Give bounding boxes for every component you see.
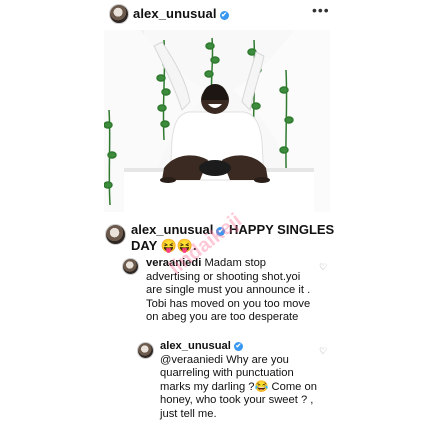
reply-item: alex_unusual ✔ @veraaniedi Why are you qu… xyxy=(160,340,320,422)
post-photo xyxy=(104,30,330,212)
reply-username[interactable]: alex_unusual xyxy=(160,340,231,352)
comment-item: veraaniedi Madam stop advertising or sho… xyxy=(146,257,314,325)
post-caption: alex_unusual ✔ HAPPY SINGLES DAY 😝😝. xyxy=(131,222,341,254)
like-heart-icon[interactable]: ♡ xyxy=(319,346,327,357)
more-options-icon[interactable]: ••• xyxy=(312,2,330,18)
like-heart-icon[interactable]: ♡ xyxy=(319,262,327,273)
caption-username[interactable]: alex_unusual xyxy=(131,222,213,237)
reply-avatar[interactable] xyxy=(137,342,154,359)
post-username[interactable]: alex_unusual ✔ xyxy=(133,6,229,21)
verified-badge-icon: ✔ xyxy=(219,11,229,20)
post-photo-illustration xyxy=(104,30,330,212)
reply-mention[interactable]: @veraaniedi xyxy=(160,354,223,366)
caption-avatar[interactable] xyxy=(105,224,126,245)
comment-username[interactable]: veraaniedi xyxy=(146,257,201,269)
comment-avatar[interactable] xyxy=(122,258,139,275)
post-header: alex_unusual ✔ ••• xyxy=(0,0,431,28)
profile-avatar[interactable] xyxy=(109,4,129,24)
verified-badge-icon: ✔ xyxy=(216,227,226,236)
post-username-text[interactable]: alex_unusual xyxy=(133,6,217,21)
verified-badge-icon: ✔ xyxy=(233,342,243,351)
